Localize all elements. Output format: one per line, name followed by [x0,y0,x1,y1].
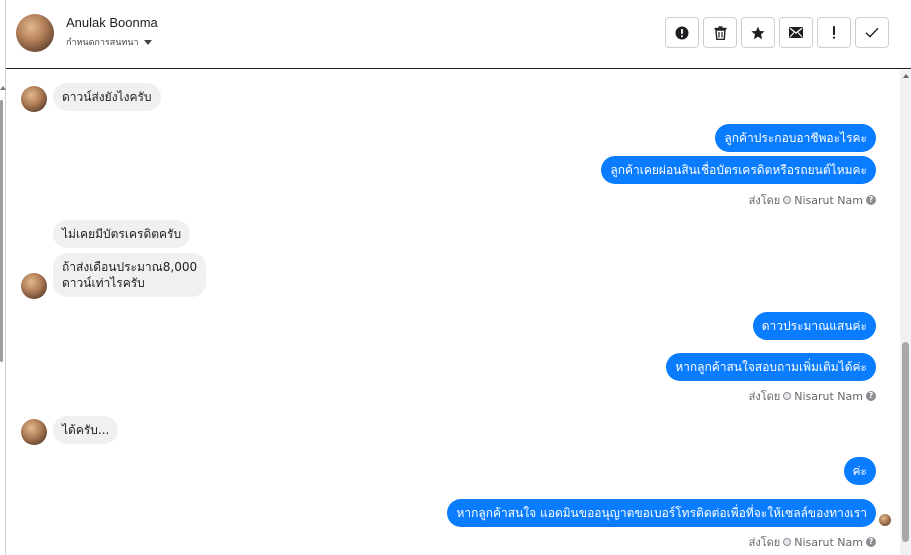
assign-conversation-dropdown[interactable]: กำหนดการสนทนา [66,35,152,49]
mark-done-button[interactable] [855,17,889,48]
message-line: ดาวน์เท่าไรครับ [62,276,145,290]
left-panel-scroll-thumb[interactable] [0,100,3,362]
help-icon[interactable]: ? [866,537,876,547]
conversation-header: Anulak Boonma กำหนดการสนทนา [6,0,911,69]
follow-up-button[interactable] [817,17,851,48]
star-button[interactable] [741,17,775,48]
help-icon[interactable]: ? [866,195,876,205]
rail-arrow-icon[interactable] [0,86,6,90]
message-incoming[interactable]: ได้ครับ... [53,416,119,444]
sent-by-label: ส่งโดย Nisarut Nam ? [749,387,876,405]
message-outgoing[interactable]: หากลูกค้าสนใจ แอดมินขออนุญาตขอเบอร์โทรติ… [447,499,876,527]
mark-unread-button[interactable] [779,17,813,48]
message-incoming[interactable]: ถ้าส่งเดือนประมาณ8,000 ดาวน์เท่าไรครับ [53,253,207,297]
contact-avatar-small[interactable] [21,86,47,112]
conversation-toolbar [665,17,889,48]
help-icon[interactable]: ? [866,391,876,401]
sent-by-prefix: ส่งโดย [748,194,781,207]
star-icon [751,26,765,39]
message-outgoing[interactable]: ดาวประมาณแสนค่ะ [752,312,876,340]
left-panel-edge [0,0,6,555]
contact-avatar[interactable] [16,14,54,52]
agent-status-icon [783,538,792,546]
trash-icon [714,25,726,40]
exclamation-icon [832,26,836,39]
spam-button[interactable] [665,17,699,48]
sent-by-label: ส่งโดย Nisarut Nam ? [749,191,876,209]
check-icon [865,27,879,38]
message-incoming[interactable]: ดาวน์ส่งยังไงครับ [53,83,161,111]
message-outgoing[interactable]: ลูกค้าเคยผ่อนสินเชื่อบัตรเครดิตหรือรถยนต… [601,156,876,184]
assign-conversation-label: กำหนดการสนทนา [66,38,139,48]
message-outgoing[interactable]: ค่ะ [843,457,876,485]
envelope-icon [789,27,803,38]
messages-scrollbar[interactable] [900,70,911,555]
message-outgoing[interactable]: หากลูกค้าสนใจสอบถามเพิ่มเติมได้ค่ะ [666,353,876,381]
sent-by-label: ส่งโดย Nisarut Nam ? [749,533,876,551]
message-outgoing[interactable]: ลูกค้าประกอบอาชีพอะไรคะ [715,124,876,152]
sent-by-agent: Nisarut Nam [794,193,863,207]
agent-status-icon [783,196,792,204]
sent-by-prefix: ส่งโดย [748,390,781,403]
message-incoming[interactable]: ไม่เคยมีบัตรเครดิตครับ [53,220,191,248]
agent-status-icon [783,392,792,400]
messages-scroll-thumb[interactable] [902,342,909,542]
contact-name[interactable]: Anulak Boonma [66,15,158,30]
sent-by-agent: Nisarut Nam [794,535,863,549]
seen-avatar [879,514,891,526]
sent-by-agent: Nisarut Nam [794,389,863,403]
scroll-up-arrow-icon[interactable] [903,74,909,78]
alert-circle-icon [675,26,689,39]
delete-button[interactable] [703,17,737,48]
message-line: ถ้าส่งเดือนประมาณ8,000 [62,260,198,274]
contact-avatar-small[interactable] [21,273,47,299]
contact-avatar-small[interactable] [21,419,47,445]
sent-by-prefix: ส่งโดย [748,536,781,549]
caret-down-icon [143,39,152,45]
